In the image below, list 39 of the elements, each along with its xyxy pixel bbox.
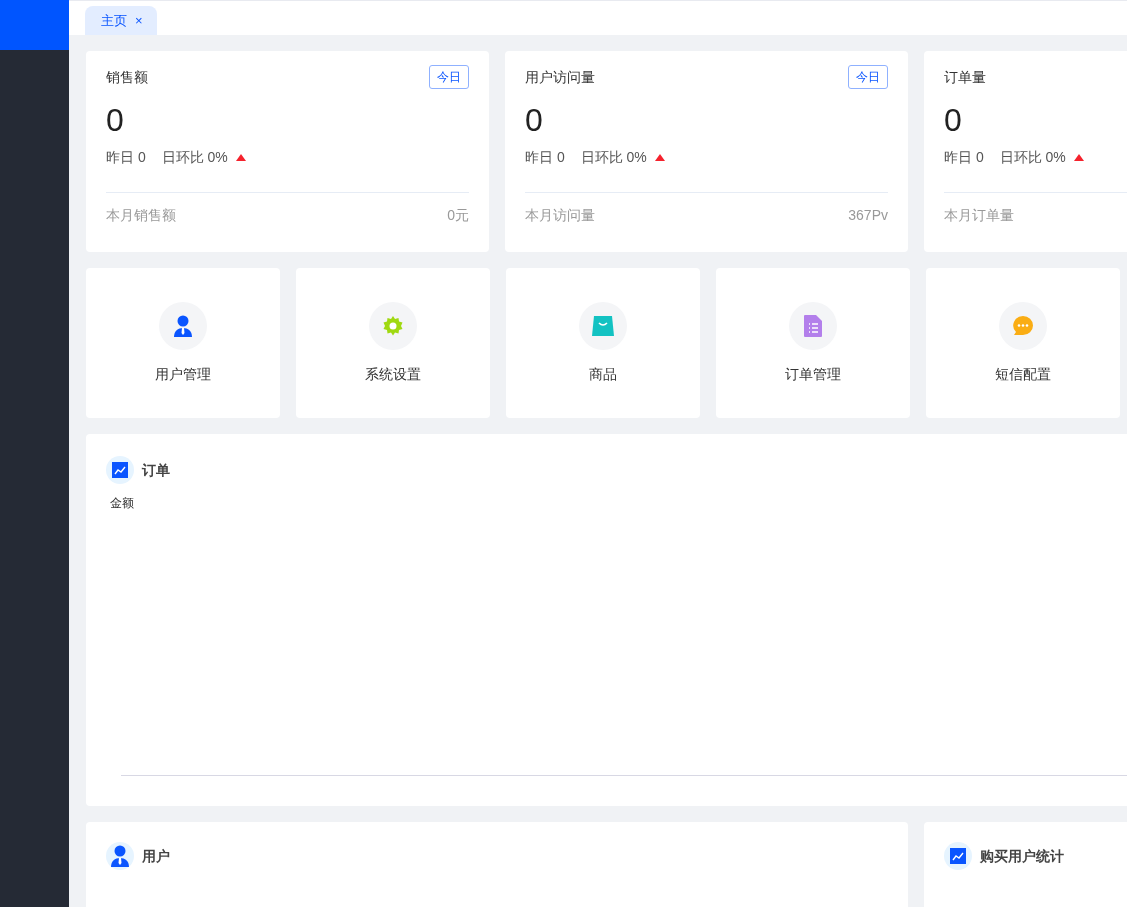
footer-label: 本月销售额: [106, 206, 176, 226]
line-chart-icon: [112, 462, 128, 478]
panel-title: 购买用户统计: [980, 846, 1064, 866]
shortcut-card[interactable]: 用户管理: [86, 268, 280, 418]
shortcut-card[interactable]: 系统设置: [296, 268, 490, 418]
yesterday-text: 昨日 0: [944, 148, 984, 168]
person-icon: [110, 845, 130, 867]
shortcut-card[interactable]: 订单管理: [716, 268, 910, 418]
shortcut-label: 短信配置: [995, 364, 1051, 384]
ratio-text: 日环比 0%: [161, 148, 228, 168]
ratio-text: 日环比 0%: [580, 148, 647, 168]
axis-label: 金额: [110, 495, 135, 512]
panel-title: 用户: [142, 846, 170, 866]
card-title: 用户访问量: [525, 68, 595, 87]
stat-value: 0: [944, 101, 963, 140]
today-button[interactable]: 今日: [429, 65, 469, 89]
shortcut-label: 商品: [589, 364, 617, 384]
shortcut-label: 订单管理: [785, 364, 841, 384]
today-button[interactable]: 今日: [848, 65, 888, 89]
line-chart-icon: [950, 848, 966, 864]
logo-block: [0, 0, 69, 50]
footer-label: 本月访问量: [525, 206, 595, 226]
panel-title: 订单: [142, 460, 170, 480]
stat-value: 0: [106, 101, 125, 140]
card-title: 销售额: [106, 68, 148, 87]
shortcut-card[interactable]: 商品: [506, 268, 700, 418]
ratio-text: 日环比 0%: [999, 148, 1066, 168]
close-icon[interactable]: ×: [135, 10, 143, 31]
yesterday-text: 昨日 0: [525, 148, 565, 168]
stat-value: 0: [525, 101, 544, 140]
footer-value: 367Pv: [848, 206, 888, 226]
shortcut-label: 系统设置: [365, 364, 421, 384]
card-title: 订单量: [944, 68, 986, 87]
footer-label: 本月订单量: [944, 206, 1014, 226]
yesterday-text: 昨日 0: [106, 148, 146, 168]
tab[interactable]: 主页 ×: [85, 6, 157, 35]
footer-value: 0元: [447, 206, 469, 226]
shortcut-label: 用户管理: [155, 364, 211, 384]
shortcut-card[interactable]: 短信配置: [926, 268, 1120, 418]
